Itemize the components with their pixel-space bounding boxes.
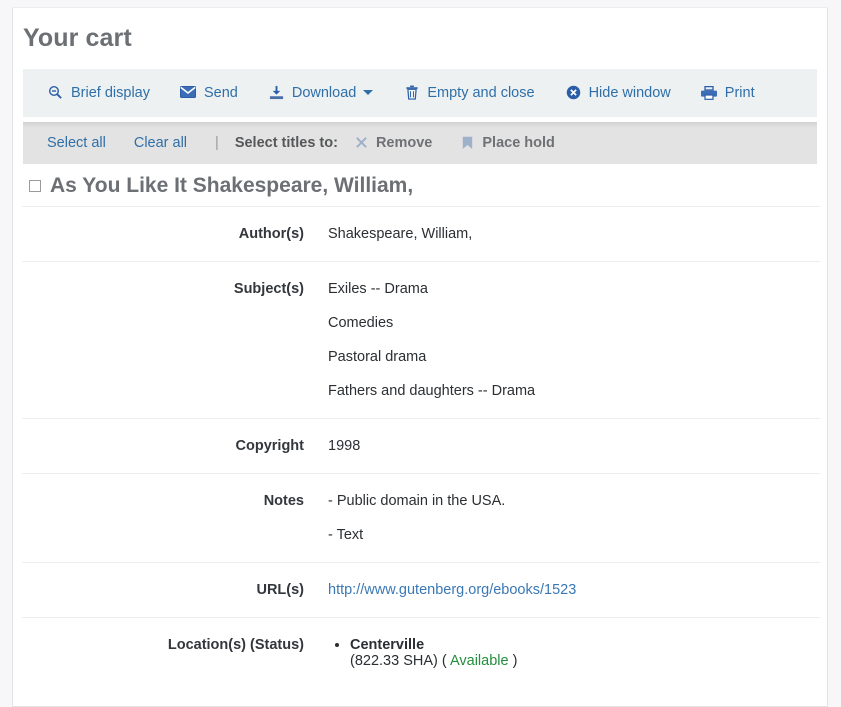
select-all-link[interactable]: Select all [47, 135, 106, 151]
status-paren-close: ) [513, 653, 518, 669]
value-line: Pastoral drama [328, 349, 820, 365]
table-row: URL(s) http://www.gutenberg.org/ebooks/1… [22, 562, 820, 617]
cart-toolbar: Brief display Send Download [23, 69, 817, 117]
place-hold-label: Place hold [482, 135, 555, 151]
row-label: Notes [22, 473, 318, 562]
row-label: Author(s) [22, 206, 318, 261]
row-value: 1998 [318, 418, 820, 473]
printer-icon [701, 84, 718, 101]
value-line: - Text [328, 527, 820, 543]
location-list: Centerville (822.33 SHA) ( Available ) [328, 637, 820, 669]
table-row: Subject(s) Exiles -- Drama Comedies Past… [22, 261, 820, 418]
brief-display-label: Brief display [71, 85, 150, 101]
value-line: Exiles -- Drama [328, 281, 820, 297]
trash-icon [403, 84, 420, 101]
print-label: Print [725, 85, 755, 101]
download-button[interactable]: Download [268, 84, 374, 101]
list-item: Centerville (822.33 SHA) ( Available ) [350, 637, 820, 669]
separator: | [215, 135, 219, 151]
download-label: Download [292, 85, 357, 101]
row-label: URL(s) [22, 562, 318, 617]
circle-x-icon [565, 84, 582, 101]
selection-toolbar: Select all Clear all | Select titles to:… [23, 122, 817, 164]
envelope-icon [180, 84, 197, 101]
value-line: 1998 [328, 438, 820, 454]
table-row: Author(s) Shakespeare, William, [22, 206, 820, 261]
empty-and-close-label: Empty and close [427, 85, 534, 101]
cart-window: Your cart Brief display Send [12, 7, 828, 707]
location-name: Centerville [350, 637, 424, 653]
record-title-text: As You Like It Shakespeare, William, [50, 174, 413, 198]
bookmark-icon [460, 135, 475, 150]
record-url-link[interactable]: http://www.gutenberg.org/ebooks/1523 [328, 582, 576, 598]
location-callnumber: (822.33 SHA) [350, 653, 438, 669]
empty-and-close-button[interactable]: Empty and close [403, 84, 534, 101]
row-label: Copyright [22, 418, 318, 473]
clear-all-link[interactable]: Clear all [134, 135, 187, 151]
chevron-down-icon[interactable] [363, 90, 373, 95]
row-value: Centerville (822.33 SHA) ( Available ) [318, 617, 820, 688]
status-badge: Available [450, 653, 509, 669]
value-line: Comedies [328, 315, 820, 331]
hide-window-button[interactable]: Hide window [565, 84, 671, 101]
page-title: Your cart [13, 8, 827, 53]
remove-button[interactable]: Remove [354, 135, 432, 151]
remove-label: Remove [376, 135, 432, 151]
row-label: Location(s) (Status) [22, 617, 318, 688]
brief-display-button[interactable]: Brief display [47, 84, 150, 101]
print-button[interactable]: Print [701, 84, 755, 101]
value-line: Fathers and daughters -- Drama [328, 383, 820, 399]
table-row: Notes - Public domain in the USA. - Text [22, 473, 820, 562]
value-line: Shakespeare, William, [328, 226, 820, 242]
table-row: Location(s) (Status) Centerville (822.33… [22, 617, 820, 688]
row-label: Subject(s) [22, 261, 318, 418]
select-titles-to-label: Select titles to: [235, 135, 338, 151]
row-value: http://www.gutenberg.org/ebooks/1523 [318, 562, 820, 617]
hide-window-label: Hide window [589, 85, 671, 101]
row-value: - Public domain in the USA. - Text [318, 473, 820, 562]
download-icon [268, 84, 285, 101]
send-label: Send [204, 85, 238, 101]
table-row: Copyright 1998 [22, 418, 820, 473]
magnifier-minus-icon [47, 84, 64, 101]
status-paren-open: ( [442, 653, 447, 669]
record-details-table: Author(s) Shakespeare, William, Subject(… [22, 206, 820, 688]
value-line: - Public domain in the USA. [328, 493, 820, 509]
send-button[interactable]: Send [180, 84, 238, 101]
place-hold-button[interactable]: Place hold [460, 135, 555, 151]
record-checkbox[interactable] [29, 180, 41, 192]
record-title-row: As You Like It Shakespeare, William, [13, 164, 827, 206]
row-value: Exiles -- Drama Comedies Pastoral drama … [318, 261, 820, 418]
x-icon [354, 135, 369, 150]
row-value: Shakespeare, William, [318, 206, 820, 261]
